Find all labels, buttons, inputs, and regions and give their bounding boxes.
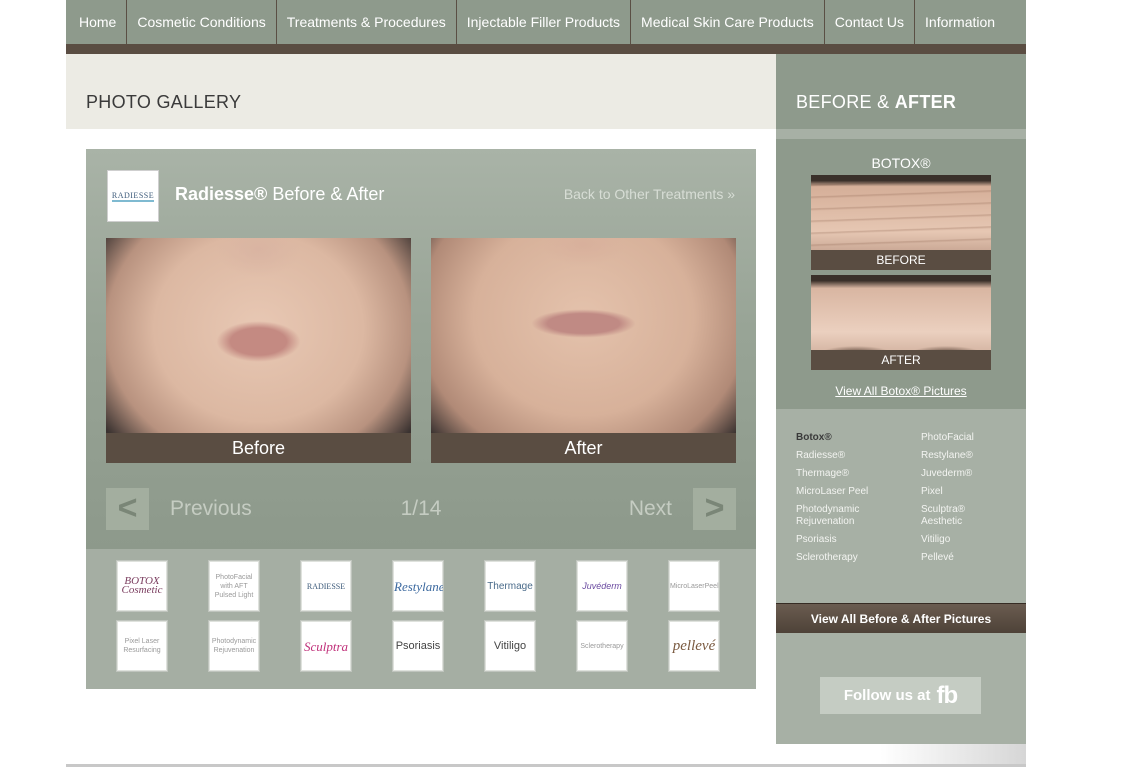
thumb-label: MicroLaserPeel: [670, 582, 719, 590]
sidebar-link-psoriasis[interactable]: Psoriasis: [796, 534, 896, 546]
sidebar: BEFORE & AFTER BOTOX® BEFORE AFTER View …: [776, 54, 1026, 744]
thumb-restylane[interactable]: Restylane: [392, 560, 444, 612]
sidebar-link-radiesse[interactable]: Radiesse®: [796, 450, 896, 462]
sidebar-link-thermage[interactable]: Thermage®: [796, 468, 896, 480]
sidebar-link-restylane[interactable]: Restylane®: [921, 450, 1021, 462]
thumb-label: pellevé: [672, 637, 716, 654]
nav-information[interactable]: Information: [915, 0, 1005, 44]
before-photo-label: Before: [106, 433, 411, 463]
sidebar-header: BEFORE & AFTER: [776, 54, 1026, 129]
nav-home[interactable]: Home: [66, 0, 128, 44]
facebook-follow-button[interactable]: Follow us at fb: [820, 677, 981, 714]
nav-medical-skin-care-products[interactable]: Medical Skin Care Products: [631, 0, 825, 44]
thumb-radiesse[interactable]: RADIESSE: [300, 560, 352, 612]
thumb-label: Pixel Laser Resurfacing: [123, 638, 161, 654]
thumb-label: Photodynamic Rejuvenation: [211, 638, 257, 654]
featured-before-photo[interactable]: BEFORE: [811, 175, 991, 270]
sidebar-link-pixel[interactable]: Pixel: [921, 486, 1021, 498]
thumb-label: Vitiligo: [493, 639, 527, 652]
thumb-vitiligo[interactable]: Vitiligo: [484, 620, 536, 672]
back-to-other-treatments-link[interactable]: Back to Other Treatments »: [564, 186, 735, 202]
sidebar-link-botox[interactable]: Botox®: [796, 432, 896, 444]
after-face-image: [431, 238, 736, 463]
sidebar-title-bold: AFTER: [894, 92, 957, 112]
nav-contact-us[interactable]: Contact Us: [825, 0, 916, 44]
thumb-sculptra[interactable]: Sculptra: [300, 620, 352, 672]
treatment-logo: RADIESSE: [107, 170, 159, 222]
thumb-label: Thermage: [487, 580, 533, 592]
gallery-pager: < Previous 1/14 Next >: [106, 488, 736, 530]
thumb-photodynamic[interactable]: Photodynamic Rejuvenation: [208, 620, 260, 672]
view-all-before-after-button[interactable]: View All Before & After Pictures: [776, 603, 1026, 633]
sidebar-link-photofacial[interactable]: PhotoFacial: [921, 432, 1021, 444]
next-link[interactable]: Next: [629, 497, 672, 521]
thumb-label: PhotoFacial with AFT Pulsed Light: [214, 573, 254, 599]
sidebar-link-sculptra[interactable]: Sculptra® Aesthetic: [921, 504, 981, 528]
thumb-pelleve[interactable]: pellevé: [668, 620, 720, 672]
featured-before-label: BEFORE: [811, 250, 991, 270]
thumb-label: RADIESSE: [306, 581, 346, 591]
sidebar-link-pelleve[interactable]: Pellevé: [921, 552, 1021, 564]
treatment-title: Radiesse® Before & After: [175, 184, 384, 205]
sidebar-title-plain: BEFORE &: [796, 92, 895, 112]
thumb-thermage[interactable]: Thermage: [484, 560, 536, 612]
after-photo-label: After: [431, 433, 736, 463]
treatment-thumbnails: BOTOX Cosmetic PhotoFacial with AFT Puls…: [86, 549, 756, 689]
sidebar-link-vitiligo[interactable]: Vitiligo: [921, 534, 1021, 546]
top-navigation: Home Cosmetic Conditions Treatments & Pr…: [66, 0, 1026, 44]
thumb-label: Psoriasis: [395, 639, 441, 652]
treatment-name: Radiesse®: [175, 184, 268, 204]
nav-cosmetic-conditions[interactable]: Cosmetic Conditions: [127, 0, 277, 44]
thumb-photofacial[interactable]: PhotoFacial with AFT Pulsed Light: [208, 560, 260, 612]
page-title: PHOTO GALLERY: [86, 92, 242, 112]
next-arrow-button[interactable]: >: [693, 488, 736, 530]
sidebar-link-photodynamic[interactable]: Photodynamic Rejuvenation: [796, 504, 876, 528]
thumb-label: Sclerotherapy: [580, 642, 624, 650]
featured-before-after: BOTOX® BEFORE AFTER: [776, 139, 1026, 409]
facebook-follow-text: Follow us at: [843, 687, 931, 704]
thumb-botox[interactable]: BOTOX Cosmetic: [116, 560, 168, 612]
treatment-logo-text: RADIESSE: [111, 190, 155, 202]
footer-gradient: [880, 744, 1026, 764]
thumb-pixel-laser[interactable]: Pixel Laser Resurfacing: [116, 620, 168, 672]
thumb-label: Restylane: [394, 578, 444, 594]
thumb-label: Sculptra: [303, 638, 349, 654]
thumb-psoriasis[interactable]: Psoriasis: [392, 620, 444, 672]
thumb-sclerotherapy[interactable]: Sclerotherapy: [576, 620, 628, 672]
after-photo: After: [431, 238, 736, 463]
gallery-panel: RADIESSE Radiesse® Before & After Back t…: [86, 149, 756, 549]
sidebar-link-juvederm[interactable]: Juvederm®: [921, 468, 1021, 480]
before-face-image: [106, 238, 411, 463]
sidebar-link-sclerotherapy[interactable]: Sclerotherapy: [796, 552, 896, 564]
nav-treatments-procedures[interactable]: Treatments & Procedures: [277, 0, 457, 44]
thumb-label: Juvéderm: [582, 580, 622, 591]
sidebar-link-microlaser-peel[interactable]: MicroLaser Peel: [796, 486, 896, 498]
sidebar-title: BEFORE & AFTER: [796, 92, 956, 113]
thumb-juvederm[interactable]: Juvéderm: [576, 560, 628, 612]
view-all-botox-link[interactable]: View All Botox® Pictures: [776, 384, 1026, 398]
featured-after-photo[interactable]: AFTER: [811, 275, 991, 370]
nav-divider-bar: [66, 44, 1026, 54]
featured-after-label: AFTER: [811, 350, 991, 370]
gallery-header: PHOTO GALLERY: [66, 54, 776, 129]
treatment-title-suffix: Before & After: [267, 184, 385, 204]
thumb-label: BOTOX Cosmetic: [121, 575, 163, 596]
before-photo: Before: [106, 238, 411, 463]
featured-treatment-title: BOTOX®: [871, 155, 931, 171]
nav-injectable-filler-products[interactable]: Injectable Filler Products: [457, 0, 632, 44]
facebook-icon: fb: [936, 681, 959, 709]
thumb-microlaserpeel[interactable]: MicroLaserPeel: [668, 560, 720, 612]
